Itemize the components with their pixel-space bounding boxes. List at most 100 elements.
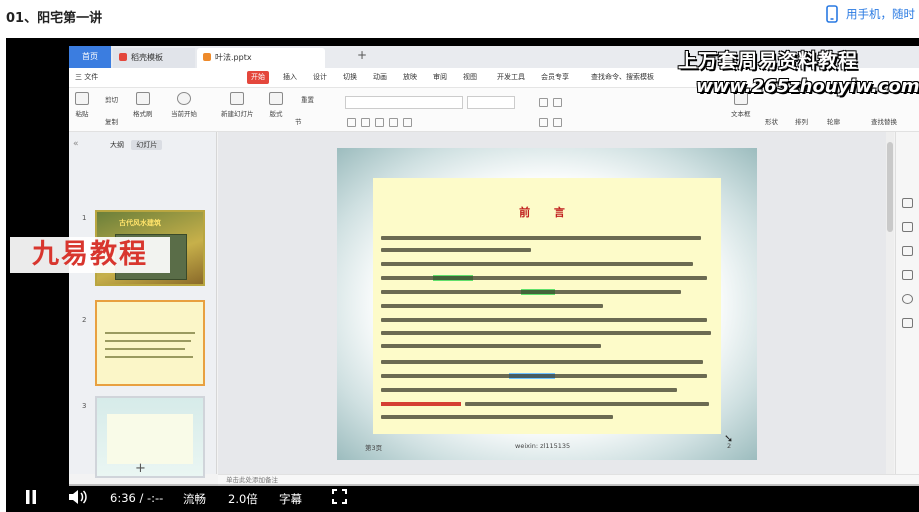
menu-transition[interactable]: 切换 (343, 72, 357, 82)
slide-text-line (381, 236, 701, 240)
strikethrough-icon[interactable] (389, 118, 398, 127)
slide-text-line (381, 304, 603, 308)
volume-icon[interactable] (68, 489, 88, 508)
tab-slides[interactable]: 幻灯片 (131, 140, 163, 150)
layout-button[interactable]: 版式 (269, 92, 283, 118)
paste-button[interactable]: 粘贴 (75, 92, 89, 118)
slide-text-line (381, 344, 601, 348)
cut-label: 剪切 (105, 96, 118, 104)
thumbnail-3-paper (107, 414, 193, 464)
slide-text-line (381, 318, 707, 322)
menu-animation[interactable]: 动画 (373, 72, 387, 82)
menu-insert[interactable]: 插入 (283, 72, 297, 82)
tab-daoke[interactable]: 稻壳模板 (113, 48, 195, 68)
menu-review[interactable]: 审阅 (433, 72, 447, 82)
watch-on-mobile-link[interactable]: 用手机，随时 (826, 5, 915, 23)
bullets-icon[interactable] (539, 98, 548, 107)
fullscreen-icon[interactable] (332, 489, 347, 507)
find-replace-button[interactable]: 查找替换 (871, 116, 897, 126)
textbox-label: 文本框 (731, 110, 751, 118)
arrange-button[interactable]: 排列 (795, 116, 808, 126)
wps-presentation-screen: 首页 稻壳模板 叶法.pptx + 三 文件 开始 插入 设计 切换 动画 放映… (69, 46, 919, 486)
tab-pptx-label: 叶法.pptx (215, 53, 252, 62)
tab-pptx-file[interactable]: 叶法.pptx (197, 48, 325, 68)
menu-design[interactable]: 设计 (313, 72, 327, 82)
numbering-icon[interactable] (553, 98, 562, 107)
slide-editor: 前 言 第3页 weixin: zl115135 2 ➘ (218, 132, 886, 474)
cut-button[interactable]: 剪切 (105, 94, 118, 104)
sidebar-tool-icon[interactable] (902, 246, 913, 256)
current-slide[interactable]: 前 言 第3页 weixin: zl115135 2 (337, 148, 757, 460)
copy-label: 复制 (105, 118, 118, 126)
play-current-button[interactable]: 当前开始 (171, 92, 197, 118)
add-slide-icon[interactable]: + (135, 461, 146, 476)
scrollbar-thumb[interactable] (887, 142, 893, 232)
speed-button[interactable]: 2.0倍 (228, 491, 258, 507)
slide-text-line (381, 276, 707, 280)
font-size-select[interactable] (467, 96, 515, 109)
right-tool-sidebar (895, 132, 919, 474)
quality-button[interactable]: 流畅 (183, 491, 206, 507)
copy-button[interactable]: 复制 (105, 116, 118, 126)
sidebar-tool-icon[interactable] (902, 198, 913, 208)
thumbnail-text-line (105, 340, 191, 342)
menu-file[interactable]: 三 文件 (75, 72, 98, 82)
slide-text-line (381, 415, 613, 419)
shape-button[interactable]: 形状 (765, 116, 778, 126)
tab-outline[interactable]: 大纲 (105, 140, 129, 150)
pptx-file-icon (203, 53, 211, 61)
underline-icon[interactable] (375, 118, 384, 127)
align-left-icon[interactable] (539, 118, 548, 127)
menu-view[interactable]: 视图 (463, 72, 477, 82)
format-painter-button[interactable]: 格式刷 (133, 92, 153, 118)
paste-label: 粘贴 (75, 110, 89, 118)
tab-home[interactable]: 首页 (69, 46, 111, 68)
slide-text-line (381, 388, 677, 392)
collapse-panel-icon[interactable]: « (73, 139, 79, 149)
new-slide-button[interactable]: 新建幻灯片 (221, 92, 254, 118)
slide-red-text (381, 402, 461, 406)
page-header: 01、阳宅第一讲 用手机，随时 (0, 0, 919, 36)
font-color-icon[interactable] (403, 118, 412, 127)
thumbnail-text-line (105, 348, 185, 350)
sidebar-tool-icon[interactable] (902, 318, 913, 328)
thumbnail-number: 3 (82, 402, 87, 410)
editor-scrollbar[interactable] (886, 132, 894, 474)
slide-thumbnail-3[interactable] (95, 396, 205, 478)
slide-content-area: 前 言 (373, 178, 721, 434)
pause-icon[interactable] (24, 489, 38, 508)
menu-member[interactable]: 会员专享 (541, 72, 569, 82)
outline-button[interactable]: 轮廓 (827, 116, 840, 126)
menu-start[interactable]: 开始 (247, 71, 269, 84)
watermark-url: www.265zhouyiw.com (696, 76, 919, 97)
sidebar-tool-icon[interactable] (902, 222, 913, 232)
watermark-left: 九易教程 (10, 237, 170, 273)
align-center-icon[interactable] (553, 118, 562, 127)
slide-thumbnail-2[interactable] (95, 300, 205, 386)
tab-daoke-label: 稻壳模板 (131, 53, 163, 62)
daoke-logo-icon (119, 53, 127, 61)
font-name-select[interactable] (345, 96, 463, 109)
subtitles-button[interactable]: 字幕 (279, 491, 302, 507)
new-tab-icon[interactable]: + (357, 48, 367, 62)
menu-slideshow[interactable]: 放映 (403, 72, 417, 82)
menu-search-commands[interactable]: 查找命令、搜索模板 (591, 72, 654, 82)
thumbnail-number: 2 (82, 316, 87, 324)
menu-developer[interactable]: 开发工具 (497, 72, 525, 82)
slide-text-line (381, 374, 707, 378)
section-button[interactable]: 节 (295, 116, 302, 126)
italic-icon[interactable] (361, 118, 370, 127)
slide-heading: 前 言 (519, 206, 575, 219)
slide-footer-left: 第3页 (365, 444, 383, 452)
video-player[interactable]: 首页 稻壳模板 叶法.pptx + 三 文件 开始 插入 设计 切换 动画 放映… (6, 38, 919, 512)
play-icon (177, 92, 191, 105)
thumbnail-text-line (105, 356, 193, 358)
mobile-link-label: 用手机，随时 (846, 7, 915, 21)
reset-button[interactable]: 重置 (301, 94, 314, 104)
thumbnail-number: 1 (82, 214, 87, 222)
sidebar-tool-icon[interactable] (902, 270, 913, 280)
sidebar-tool-icon[interactable] (902, 294, 913, 304)
new-slide-icon (230, 92, 245, 105)
thumbnail-1-caption: 古代风水建筑 (119, 219, 161, 227)
bold-icon[interactable] (347, 118, 356, 127)
